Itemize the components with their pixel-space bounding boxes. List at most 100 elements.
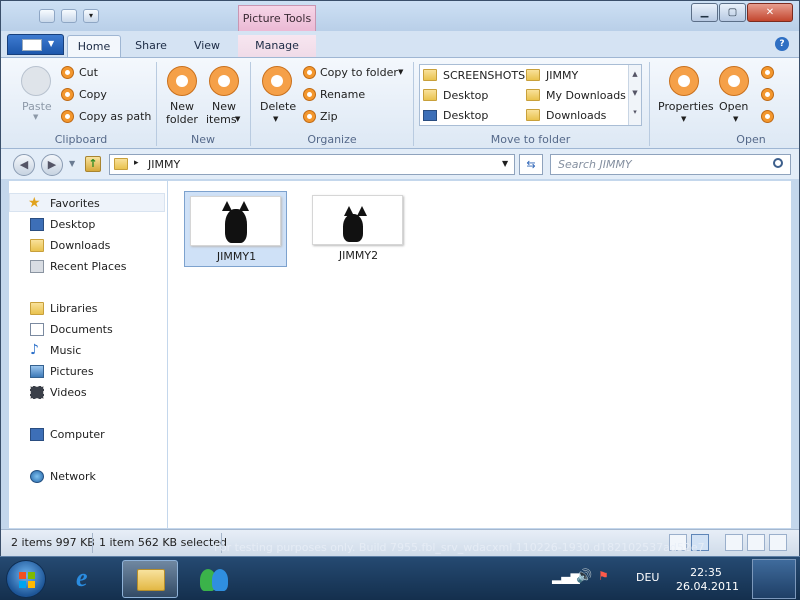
help-icon[interactable]: ? (775, 37, 789, 51)
navigation-pane: ★ Favorites Desktop Downloads Recent Pla… (9, 181, 167, 528)
move-target-downloads[interactable]: Downloads (546, 109, 606, 122)
new-items-icon (209, 66, 239, 96)
title-bar: ▾ Picture Tools ▁ ▢ ✕ (1, 1, 799, 33)
image-thumbnail (190, 196, 281, 246)
open-button[interactable]: Open (719, 100, 748, 113)
show-desktop-button[interactable] (752, 559, 796, 599)
tab-share[interactable]: Share (127, 35, 175, 57)
new-folder-label-2[interactable]: folder (166, 113, 198, 126)
messenger-taskbar-button[interactable] (184, 560, 240, 598)
explorer-taskbar-button[interactable] (122, 560, 178, 598)
forward-icon[interactable]: ▶ (41, 154, 63, 176)
sidebar-item-desktop[interactable]: Desktop (9, 215, 165, 234)
new-items-label-2[interactable]: items (206, 113, 237, 126)
zip-icon (303, 110, 316, 123)
search-icon[interactable] (773, 158, 783, 168)
sidebar-item-label: Recent Places (50, 260, 127, 273)
maximize-button[interactable]: ▢ (719, 3, 746, 22)
new-folder-label-1[interactable]: New (170, 100, 194, 113)
back-icon[interactable]: ◀ (13, 154, 35, 176)
refresh-icon[interactable]: ⇆ (519, 154, 543, 175)
sidebar-item-music[interactable]: ♪ Music (9, 341, 165, 360)
copy-to-folder-button[interactable]: Copy to folder (320, 66, 398, 79)
volume-icon[interactable]: 🔊 (576, 569, 592, 584)
move-target-jimmy[interactable]: JIMMY (546, 69, 578, 82)
sidebar-network[interactable]: Network (9, 467, 165, 486)
sidebar-item-label: Videos (50, 386, 87, 399)
tab-home[interactable]: Home (67, 35, 121, 57)
copy-icon (61, 88, 74, 101)
navigation-bar: ◀ ▶ ▼ ↑ ▸ JIMMY ▼ ⇆ Search JIMMY (1, 149, 799, 179)
navigation-pane-button[interactable] (769, 534, 787, 551)
folder-icon (526, 89, 540, 101)
minimize-button[interactable]: ▁ (691, 3, 718, 22)
address-dropdown-icon[interactable]: ▼ (502, 159, 508, 168)
sidebar-item-pictures[interactable]: Pictures (9, 362, 165, 381)
delete-button[interactable]: Delete (260, 100, 296, 113)
libraries-icon (30, 302, 44, 315)
sidebar-item-documents[interactable]: Documents (9, 320, 165, 339)
move-target-my-downloads[interactable]: My Downloads (546, 89, 626, 102)
history-icon (761, 110, 774, 123)
properties-qat-icon[interactable] (39, 9, 55, 23)
sidebar-item-recent-places[interactable]: Recent Places (9, 257, 165, 276)
file-item-jimmy2[interactable]: JIMMY2 (307, 191, 410, 267)
new-folder-qat-icon[interactable] (61, 9, 77, 23)
clock[interactable]: 22:35 26.04.2011 (676, 566, 739, 594)
properties-button[interactable]: Properties (658, 100, 714, 113)
zip-button[interactable]: Zip (320, 110, 338, 123)
close-button[interactable]: ✕ (747, 3, 793, 22)
search-input[interactable]: Search JIMMY (550, 154, 791, 175)
open-icon (719, 66, 749, 96)
gallery-scroll[interactable]: ▲ ▼ ▾ (628, 65, 641, 125)
folder-icon (423, 69, 437, 81)
internet-explorer-button[interactable]: e (62, 560, 118, 598)
edit-icon (761, 88, 774, 101)
preview-pane-button[interactable] (725, 534, 743, 551)
file-menu-button[interactable]: ▼ (7, 34, 64, 55)
windows-logo-icon (19, 572, 35, 588)
move-to-folder-gallery: SCREENSHOTS JIMMY Desktop My Downloads D… (419, 64, 642, 126)
status-selection: 1 item 562 KB selected (99, 536, 228, 549)
move-target-screenshots[interactable]: SCREENSHOTS (443, 69, 525, 82)
tab-manage[interactable]: Manage (238, 35, 316, 57)
address-bar[interactable]: ▸ JIMMY ▼ (109, 154, 515, 175)
recent-locations-icon[interactable]: ▼ (69, 159, 75, 168)
properties-icon (669, 66, 699, 96)
file-item-jimmy1[interactable]: JIMMY1 (184, 191, 287, 267)
sidebar-favorites[interactable]: ★ Favorites (9, 193, 165, 212)
start-button[interactable] (6, 560, 46, 598)
details-pane-button[interactable] (747, 534, 765, 551)
move-target-desktop-2[interactable]: Desktop (443, 109, 488, 122)
messenger-icon-2 (212, 569, 228, 591)
language-indicator[interactable]: DEU (636, 571, 659, 584)
sidebar-item-videos[interactable]: Videos (9, 383, 165, 402)
copy-button[interactable]: Copy (79, 88, 107, 101)
explorer-window: ▾ Picture Tools ▁ ▢ ✕ ▼ Home Share View … (0, 0, 800, 556)
rename-button[interactable]: Rename (320, 88, 365, 101)
desktop-icon (30, 218, 44, 231)
paste-dropdown-icon: ▼ (33, 113, 39, 121)
copy-as-path-button[interactable]: Copy as path (79, 110, 151, 123)
sidebar-computer-label: Computer (50, 428, 105, 441)
sidebar-item-downloads[interactable]: Downloads (9, 236, 165, 255)
folder-icon (114, 158, 128, 170)
sidebar-libraries[interactable]: Libraries (9, 299, 165, 318)
qat-dropdown-icon[interactable]: ▾ (83, 9, 99, 23)
up-folder-icon[interactable]: ↑ (85, 156, 101, 172)
action-center-icon[interactable]: ⚑ (598, 569, 609, 583)
properties-dropdown-icon: ▼ (681, 115, 687, 123)
sidebar-computer[interactable]: Computer (9, 425, 165, 444)
star-icon: ★ (28, 195, 41, 211)
breadcrumb-arrow-icon[interactable]: ▸ (134, 158, 139, 168)
new-folder-icon (167, 66, 197, 96)
new-items-label-1[interactable]: New (212, 100, 236, 113)
breadcrumb-jimmy[interactable]: JIMMY (148, 158, 180, 171)
tab-view[interactable]: View (183, 35, 231, 57)
file-name: JIMMY1 (216, 250, 257, 263)
group-divider (649, 62, 650, 146)
paste-button[interactable]: Paste (22, 100, 52, 113)
move-target-desktop[interactable]: Desktop (443, 89, 488, 102)
cat-photo (225, 209, 247, 243)
cut-button[interactable]: Cut (79, 66, 98, 79)
